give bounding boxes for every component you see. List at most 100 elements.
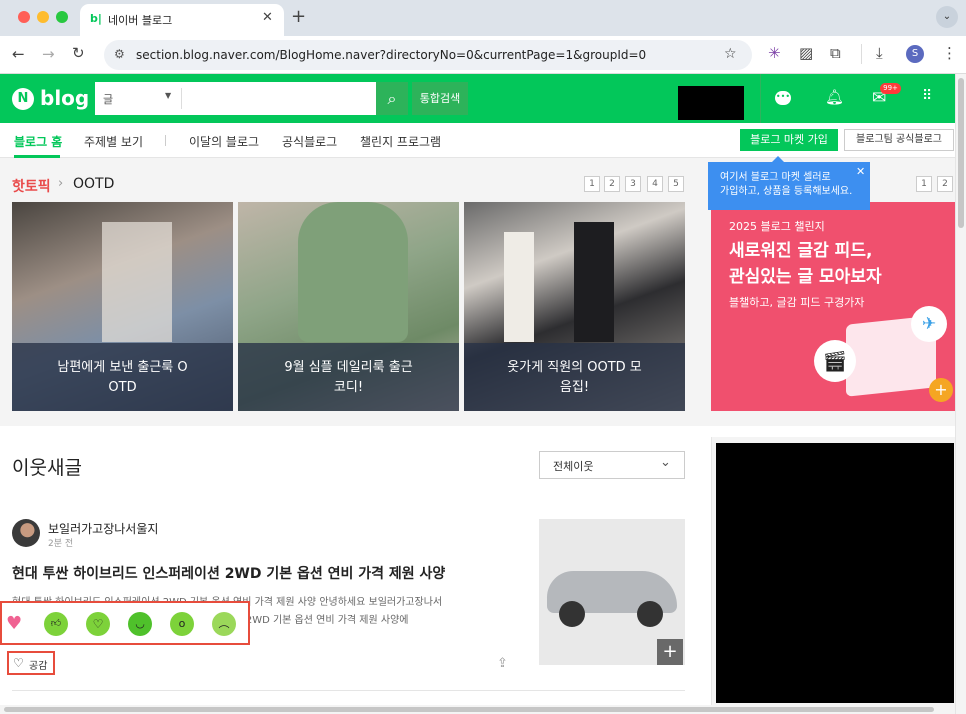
nav-topics[interactable]: 주제별 보기 (84, 133, 143, 150)
hscrollbar-thumb[interactable] (4, 707, 934, 712)
card-caption-line: 옷가게 직원의 OOTD 모 (507, 360, 642, 375)
download-icon[interactable]: ⤓ (876, 46, 883, 61)
close-window-button[interactable] (18, 11, 30, 23)
like-label: 공감 (29, 661, 48, 672)
tab-title: 네이버 블로그 (108, 14, 173, 27)
scrollbar-thumb[interactable] (958, 78, 964, 228)
nav-blog-of-month[interactable]: 이달의 블로그 (189, 133, 259, 150)
tab-search-chevron-icon[interactable]: ⌄ (936, 6, 958, 28)
close-tab-icon[interactable]: ✕ (262, 10, 273, 25)
topic-card[interactable]: 옷가게 직원의 OOTD 모 음집! (464, 202, 685, 411)
card-caption-line: 9월 심플 데일리룩 출근 (284, 360, 413, 375)
banner-desc: 블챌하고, 글감 피드 구경가자 (729, 296, 865, 309)
card-photo-shape (574, 222, 614, 342)
extensions-puzzle-icon[interactable]: ⧉ (830, 46, 841, 61)
page-button[interactable]: 5 (668, 176, 684, 192)
nav-blog-home[interactable]: 블로그 홈 (14, 133, 62, 150)
apps-grid-icon[interactable]: ⠿ (922, 88, 932, 104)
horizontal-scrollbar[interactable] (0, 705, 955, 714)
share-icon[interactable]: ⇪ (497, 656, 508, 671)
challenge-banner[interactable]: 2025 블로그 챌린지 새로워진 글감 피드, 관심있는 글 모아보자 블챌하… (711, 202, 955, 411)
site-settings-icon[interactable]: ⚙ (114, 47, 125, 61)
header-divider (760, 74, 761, 123)
search-input[interactable] (187, 88, 367, 109)
card-caption-line: 남편에게 보낸 출근룩 O (57, 360, 188, 375)
search-divider (181, 88, 182, 109)
author-avatar[interactable] (12, 519, 40, 547)
like-button[interactable]: ♡ 공감 (7, 651, 55, 675)
market-tooltip: 여기서 블로그 마켓 셀러로 가입하고, 상품을 등록해보세요. ✕ (708, 156, 870, 210)
browser-toolbar: ← → ↻ ⚙ section.blog.naver.com/BlogHome.… (0, 36, 966, 74)
notification-bell-icon[interactable]: 🔔︎ (825, 88, 844, 106)
redacted-sidebar-panel (716, 443, 954, 703)
tooltip-line: 여기서 블로그 마켓 셀러로 (720, 172, 831, 183)
airplane-icon: ✈ (911, 306, 947, 342)
toolbar-divider (861, 44, 862, 64)
card-caption-line: OTD (108, 380, 137, 395)
heart-outline-icon: ♡ (13, 656, 24, 670)
naver-logo-icon[interactable]: N (12, 88, 34, 110)
post-time: 2분 전 (48, 539, 74, 549)
page-button[interactable]: 2 (604, 176, 620, 192)
hot-topic-label: 핫토픽 (12, 179, 51, 195)
card-caption: 9월 심플 데일리룩 출근 코디! (238, 343, 459, 411)
reload-icon[interactable]: ↻ (72, 46, 85, 61)
banner-page-button[interactable]: 1 (916, 176, 932, 192)
vertical-scrollbar[interactable] (955, 74, 966, 714)
neighbor-filter-value: 전체이웃 (553, 460, 594, 473)
page-button[interactable]: 4 (647, 176, 663, 192)
chat-icon[interactable]: ••• (775, 91, 791, 105)
expand-plus-icon[interactable]: + (657, 639, 683, 665)
tooltip-line: 가입하고, 상품을 등록해보세요. (720, 186, 853, 197)
banner-title-line: 새로워진 글감 피드, (729, 241, 873, 261)
chevron-down-icon[interactable]: ▼ (165, 91, 171, 100)
nav-official-blogs[interactable]: 공식블로그 (282, 133, 337, 150)
search-box: 글 ▼ (95, 82, 376, 115)
search-scope-select[interactable]: 글 (103, 91, 113, 107)
topic-card[interactable]: 9월 심플 데일리룩 출근 코디! (238, 202, 459, 411)
laugh-emoji-icon[interactable]: ◡ (128, 612, 152, 636)
post-thumbnail[interactable]: + (539, 519, 685, 665)
add-plus-icon[interactable]: + (929, 378, 953, 402)
banner-page-button[interactable]: 2 (937, 176, 953, 192)
extension-spark-icon[interactable]: ✳ (768, 46, 781, 61)
official-blog-button[interactable]: 블로그팀 공식블로그 (844, 129, 954, 151)
card-photo-shape (504, 232, 534, 342)
profile-avatar[interactable]: S (906, 45, 924, 63)
heart-icon[interactable]: ♥ (6, 613, 22, 634)
tooltip-arrow (772, 156, 784, 162)
neighbor-filter-select[interactable]: 전체이웃 ⌄ (539, 451, 685, 479)
new-tab-icon[interactable]: + (291, 6, 306, 27)
surprised-emoji-icon[interactable]: o (170, 612, 194, 636)
car-wheel-shape (637, 601, 663, 627)
global-nav: 블로그 홈 주제별 보기 이달의 블로그 공식블로그 챌린지 프로그램 블로그 … (0, 123, 955, 158)
topic-card[interactable]: 남편에게 보낸 출근룩 O OTD (12, 202, 233, 411)
sad-emoji-icon[interactable]: ︵ (212, 612, 236, 636)
bookmark-star-icon[interactable]: ☆ (724, 46, 737, 62)
minimize-window-button[interactable] (37, 11, 49, 23)
page-button[interactable]: 1 (584, 176, 600, 192)
address-bar[interactable]: ⚙ section.blog.naver.com/BlogHome.naver?… (104, 40, 752, 70)
close-icon[interactable]: ✕ (856, 165, 865, 179)
nav-challenge[interactable]: 챌린지 프로그램 (360, 133, 441, 150)
hot-topic-category[interactable]: OOTD (73, 176, 114, 192)
post-author[interactable]: 보일러가고장나서울지 (48, 520, 158, 537)
card-photo-shape (298, 202, 408, 342)
integrated-search-button[interactable]: 통합검색 (412, 82, 468, 115)
forward-arrow-icon[interactable]: → (42, 47, 55, 62)
back-arrow-icon[interactable]: ← (12, 47, 25, 62)
thumbs-up-emoji-icon[interactable]: 👍︎ (44, 612, 68, 636)
blog-header: N blog 글 ▼ ⌕ 통합검색 ••• 🔔︎ ✉ 99+ ⠿ (0, 74, 955, 123)
extension-pen-icon[interactable]: ▨ (799, 46, 813, 61)
page-button[interactable]: 3 (625, 176, 641, 192)
love-emoji-icon[interactable]: ♡ (86, 612, 110, 636)
search-icon[interactable]: ⌕ (376, 82, 408, 115)
browser-tab[interactable]: b| 네이버 블로그 ✕ (80, 4, 284, 36)
post-title[interactable]: 현대 투싼 하이브리드 인스퍼레이션 2WD 기본 옵션 연비 가격 제원 사양 (12, 563, 445, 583)
more-menu-icon[interactable]: ⋮ (942, 46, 957, 61)
url-text[interactable]: section.blog.naver.com/BlogHome.naver?di… (136, 48, 646, 62)
blog-logo-text[interactable]: blog (40, 86, 89, 110)
market-join-button[interactable]: 블로그 마켓 가입 (740, 129, 838, 151)
card-caption: 옷가게 직원의 OOTD 모 음집! (464, 343, 685, 411)
maximize-window-button[interactable] (56, 11, 68, 23)
